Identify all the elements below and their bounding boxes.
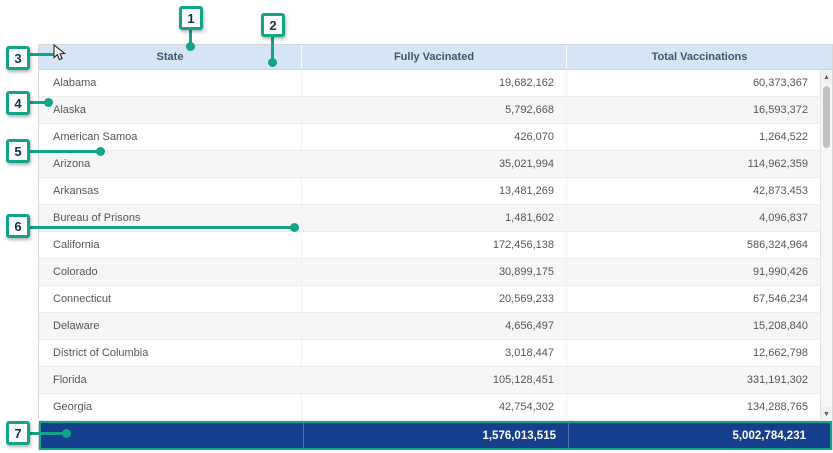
fully-vaccinated-cell: 30,899,175 [301,259,566,285]
total-vaccinations-cell: 16,593,372 [566,97,832,123]
fully-vaccinated-cell: 35,021,994 [301,151,566,177]
state-cell: Arizona [39,151,301,177]
total-vaccinations-cell: 114,962,359 [566,151,832,177]
callout-dot-1 [186,42,195,51]
callout-4: 4 [6,91,30,115]
table-row[interactable]: Arkansas13,481,26942,873,453 [39,178,832,205]
table-row[interactable]: Alabama19,682,16260,373,367 [39,70,832,97]
state-cell: Arkansas [39,178,301,204]
callout-3: 3 [6,46,30,70]
total-vaccinations-cell: 12,662,798 [566,340,832,366]
total-fully-vaccinated-cell: 1,576,013,515 [303,423,568,448]
total-vaccinations-cell: 91,990,426 [566,259,832,285]
fully-vaccinated-cell: 20,569,233 [301,286,566,312]
state-cell: Delaware [39,313,301,339]
scroll-down-button[interactable]: ▼ [821,407,832,421]
scrollbar-thumb[interactable] [823,86,830,148]
column-header-fully-vaccinated[interactable]: Fully Vacinated [301,45,566,69]
state-cell: Georgia [39,394,301,420]
column-header-state[interactable]: State [39,45,301,69]
annotated-screenshot: State Fully Vacinated Total Vaccinations… [0,0,833,453]
fully-vaccinated-cell: 42,754,302 [301,394,566,420]
table-row[interactable]: Colorado30,899,17591,990,426 [39,259,832,286]
callout-dot-7 [62,429,71,438]
table-row[interactable]: Florida105,128,451331,191,302 [39,367,832,394]
callout-line-6 [29,226,292,229]
fully-vaccinated-cell: 4,656,497 [301,313,566,339]
callout-7: 7 [6,421,30,445]
fully-vaccinated-cell: 1,481,602 [301,205,566,231]
state-cell: Florida [39,367,301,393]
callout-dot-2 [268,58,277,67]
callout-line-7 [29,432,64,435]
fully-vaccinated-cell: 13,481,269 [301,178,566,204]
table-row[interactable]: Georgia42,754,302134,288,765 [39,394,832,421]
callout-1: 1 [179,6,203,30]
callout-dot-4 [44,98,53,107]
fully-vaccinated-cell: 19,682,162 [301,70,566,96]
table-header-row: State Fully Vacinated Total Vaccinations [39,45,832,70]
column-header-total-vaccinations[interactable]: Total Vaccinations [566,45,832,69]
total-vaccinations-cell: 67,546,234 [566,286,832,312]
table-body: Alabama19,682,16260,373,367Alaska5,792,6… [39,70,832,421]
callout-6: 6 [6,214,30,238]
total-state-cell [41,423,303,448]
state-cell: District of Columbia [39,340,301,366]
total-vaccinations-cell: 134,288,765 [566,394,832,420]
state-cell: Connecticut [39,286,301,312]
total-vaccinations-cell: 586,324,964 [566,232,832,258]
scroll-up-button[interactable]: ▲ [821,70,832,84]
fully-vaccinated-cell: 172,456,138 [301,232,566,258]
table-row[interactable]: Delaware4,656,49715,208,840 [39,313,832,340]
table-row[interactable]: American Samoa426,0701,264,522 [39,124,832,151]
total-vaccinations-cell: 42,873,453 [566,178,832,204]
table-row[interactable]: Alaska5,792,66816,593,372 [39,97,832,124]
fully-vaccinated-cell: 3,018,447 [301,340,566,366]
table-total-row: 1,576,013,515 5,002,784,231 [39,421,832,450]
down-arrow-icon: ▼ [823,411,830,418]
state-cell: Colorado [39,259,301,285]
state-cell: American Samoa [39,124,301,150]
table-row[interactable]: District of Columbia3,018,44712,662,798 [39,340,832,367]
total-vaccinations-cell: 4,096,837 [566,205,832,231]
callout-line-5 [29,150,98,153]
mouse-cursor-icon [53,44,68,66]
total-vaccinations-cell: 15,208,840 [566,313,832,339]
total-vaccinations-cell: 60,373,367 [566,70,832,96]
fully-vaccinated-cell: 105,128,451 [301,367,566,393]
callout-dot-5 [96,147,105,156]
callout-2: 2 [261,13,285,37]
state-cell: California [39,232,301,258]
state-cell: Alabama [39,70,301,96]
total-total-vaccinations-cell: 5,002,784,231 [568,423,830,448]
state-cell: Alaska [39,97,301,123]
fully-vaccinated-cell: 5,792,668 [301,97,566,123]
callout-5: 5 [6,139,30,163]
callout-dot-6 [290,223,299,232]
table-row[interactable]: Connecticut20,569,23367,546,234 [39,286,832,313]
fully-vaccinated-cell: 426,070 [301,124,566,150]
vertical-scrollbar[interactable]: ▲ ▼ [820,70,832,421]
up-arrow-icon: ▲ [823,74,830,81]
vaccination-data-table: State Fully Vacinated Total Vaccinations… [38,44,833,450]
table-row[interactable]: Arizona35,021,994114,962,359 [39,151,832,178]
table-row[interactable]: California172,456,138586,324,964 [39,232,832,259]
total-vaccinations-cell: 1,264,522 [566,124,832,150]
total-vaccinations-cell: 331,191,302 [566,367,832,393]
